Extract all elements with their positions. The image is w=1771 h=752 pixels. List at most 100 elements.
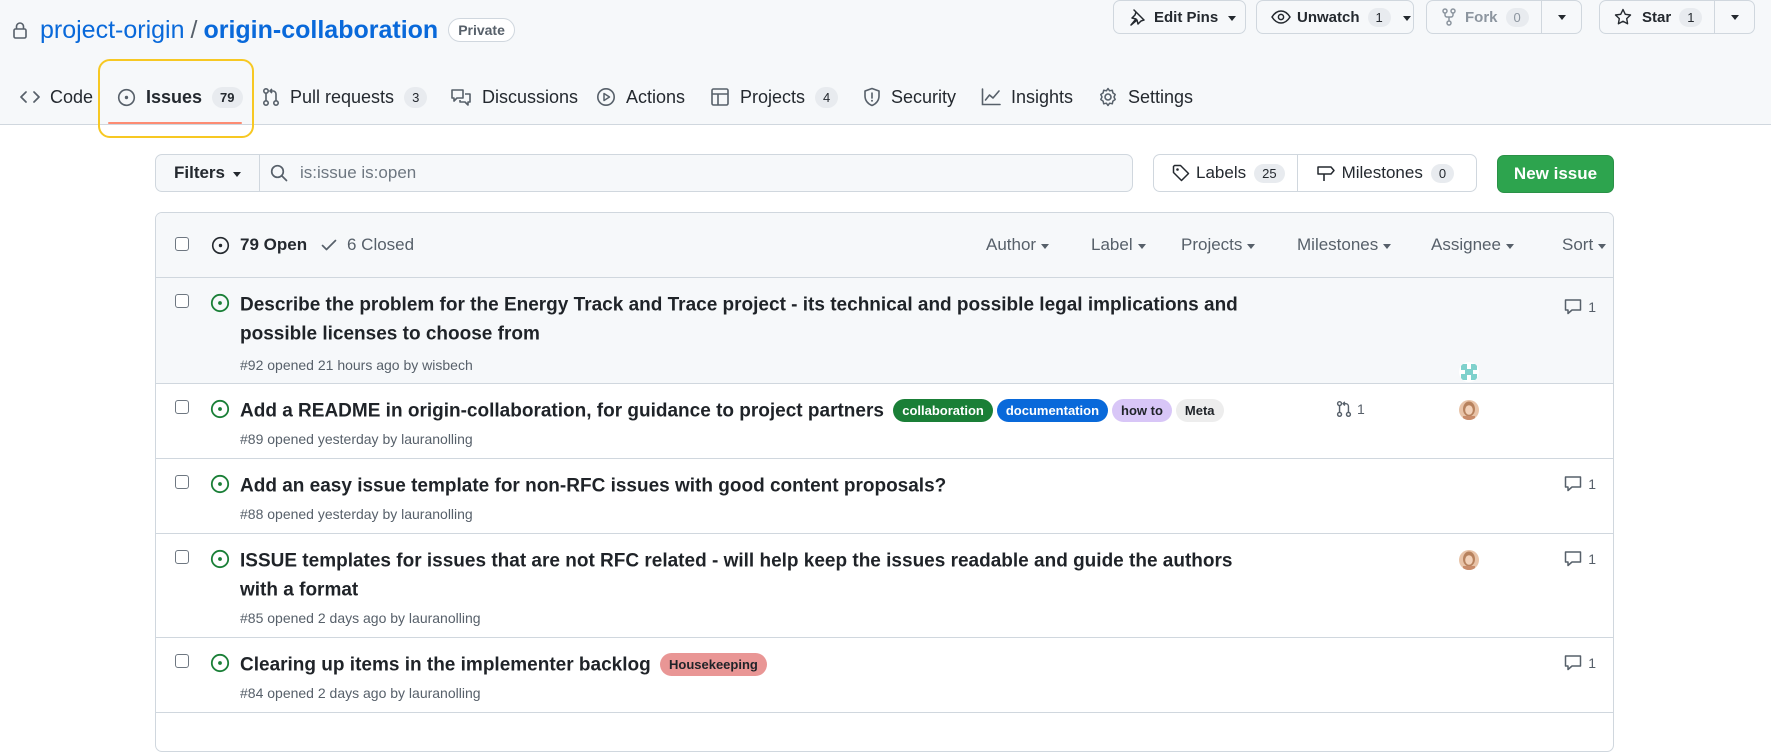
filter-label: Label xyxy=(1091,235,1133,254)
milestones-filter[interactable]: Milestones xyxy=(1297,235,1392,255)
issue-row[interactable]: Clearing up items in the implementer bac… xyxy=(156,638,1613,713)
issue-row[interactable]: Add a README in origin-collaboration, fo… xyxy=(156,384,1613,459)
comments-link[interactable]: 1 xyxy=(1564,298,1596,315)
closed-issues-toggle[interactable]: 6 Closed xyxy=(321,235,414,255)
issue-title: Clearing up items in the implementer bac… xyxy=(240,654,651,676)
path-separator: / xyxy=(190,15,198,44)
tab-actions[interactable]: Actions xyxy=(596,80,685,114)
chevron-down-icon xyxy=(1730,14,1739,20)
issue-title-link[interactable]: Add a README in origin-collaboration, fo… xyxy=(240,396,1340,425)
star-dropdown[interactable] xyxy=(1714,1,1754,33)
issue-checkbox[interactable] xyxy=(175,550,189,564)
issue-title: Add a README in origin-collaboration, fo… xyxy=(240,400,884,422)
author-filter[interactable]: Author xyxy=(986,235,1050,255)
tab-label: Code xyxy=(50,86,94,107)
filters-button[interactable]: Filters xyxy=(156,155,260,191)
issues-list: 79 Open 6 Closed Author Label Projects M… xyxy=(155,212,1614,752)
labels-count: 25 xyxy=(1254,163,1285,183)
visibility-badge: Private xyxy=(448,18,515,42)
tab-label: Actions xyxy=(626,86,686,107)
label-housekeeping[interactable]: Housekeeping xyxy=(659,653,767,677)
issue-row[interactable]: Describe the problem for the Energy Trac… xyxy=(156,278,1613,384)
label-filter[interactable]: Label xyxy=(1091,235,1146,255)
labels-milestones-group: Labels 25 Milestones 0 xyxy=(1153,154,1477,192)
comment-discussion-icon xyxy=(450,88,482,106)
comments-link[interactable]: 1 xyxy=(1564,550,1596,567)
edit-pins-button[interactable]: Edit Pins xyxy=(1113,0,1246,34)
assignee-filter[interactable]: Assignee xyxy=(1431,235,1514,255)
repo-header: project-origin / origin-collaboration Pr… xyxy=(0,0,1771,125)
issue-opened-icon xyxy=(210,293,230,313)
select-all-checkbox[interactable] xyxy=(175,237,189,251)
issue-title-link[interactable]: ISSUE templates for issues that are not … xyxy=(240,546,1250,605)
tab-label: Settings xyxy=(1128,86,1194,107)
milestones-count: 0 xyxy=(1430,163,1455,183)
open-count-label: 79 Open xyxy=(240,235,308,254)
star-count: 1 xyxy=(1679,7,1703,27)
label-how-to[interactable]: how to xyxy=(1112,399,1172,423)
annotation-highlight xyxy=(98,59,254,138)
linked-pr-count: 1 xyxy=(1357,401,1365,417)
issue-opened-icon xyxy=(210,399,230,419)
issue-checkbox[interactable] xyxy=(175,400,189,414)
unwatch-button[interactable]: Unwatch 1 xyxy=(1256,0,1414,34)
label-collaboration[interactable]: collaboration xyxy=(893,399,993,423)
issue-checkbox[interactable] xyxy=(175,294,189,308)
closed-count-label: 6 Closed xyxy=(347,235,415,254)
graph-icon xyxy=(981,88,1011,106)
tab-code[interactable]: Code xyxy=(20,80,93,114)
issue-title-link[interactable]: Clearing up items in the implementer bac… xyxy=(240,650,1250,679)
lock-icon xyxy=(12,21,28,39)
comment-icon xyxy=(1564,550,1588,567)
git-pull-request-icon xyxy=(1336,400,1357,418)
repo-owner-link[interactable]: project-origin xyxy=(40,16,185,45)
sort-filter[interactable]: Sort xyxy=(1562,235,1607,255)
comment-count: 1 xyxy=(1588,550,1596,567)
comments-link[interactable]: 1 xyxy=(1564,654,1596,671)
tab-label: Discussions xyxy=(482,86,579,107)
fork-button[interactable]: Fork 0 xyxy=(1426,0,1582,34)
issue-checkbox[interactable] xyxy=(175,475,189,489)
assignee-avatar[interactable] xyxy=(1459,550,1479,570)
issue-checkbox[interactable] xyxy=(175,654,189,668)
chevron-down-icon xyxy=(1228,15,1237,21)
comment-count: 1 xyxy=(1588,654,1596,671)
label-meta[interactable]: Meta xyxy=(1175,399,1224,423)
comments-link[interactable]: 1 xyxy=(1564,475,1596,492)
tab-pull-requests[interactable]: Pull requests 3 xyxy=(262,80,428,114)
gear-icon xyxy=(1098,87,1128,107)
labels-button[interactable]: Labels 25 xyxy=(1154,155,1298,191)
repo-name-link[interactable]: origin-collaboration xyxy=(203,16,438,45)
issue-row[interactable]: Add an easy issue template for non-RFC i… xyxy=(156,459,1613,534)
play-icon xyxy=(596,87,626,107)
assignee-avatar[interactable] xyxy=(1459,362,1479,382)
git-pull-request-icon xyxy=(262,87,290,107)
open-issues-toggle[interactable]: 79 Open xyxy=(211,235,307,255)
issue-title-link[interactable]: Describe the problem for the Energy Trac… xyxy=(240,290,1250,349)
issue-row[interactable]: ISSUE templates for issues that are not … xyxy=(156,534,1613,638)
linked-pr-link[interactable]: 1 xyxy=(1336,400,1365,418)
chevron-down-icon xyxy=(1402,15,1411,21)
issue-title: ISSUE templates for issues that are not … xyxy=(240,550,1233,601)
tab-insights[interactable]: Insights xyxy=(981,80,1073,114)
filter-label: Assignee xyxy=(1431,235,1501,254)
fork-dropdown[interactable] xyxy=(1541,1,1581,33)
fork-label: Fork xyxy=(1465,8,1498,26)
projects-filter[interactable]: Projects xyxy=(1181,235,1256,255)
issue-title: Add an easy issue template for non-RFC i… xyxy=(240,475,947,497)
milestones-button[interactable]: Milestones 0 xyxy=(1298,155,1467,191)
issue-opened-icon xyxy=(210,474,230,494)
tab-projects[interactable]: Projects 4 xyxy=(710,80,839,114)
chevron-down-icon xyxy=(1383,243,1392,249)
issue-title-link[interactable]: Add an easy issue template for non-RFC i… xyxy=(240,471,1250,500)
label-documentation[interactable]: documentation xyxy=(996,399,1109,423)
pin-icon xyxy=(1128,8,1146,26)
tab-count: 3 xyxy=(404,86,428,108)
tab-discussions[interactable]: Discussions xyxy=(450,80,578,114)
tab-security[interactable]: Security xyxy=(863,80,956,114)
star-button[interactable]: Star 1 xyxy=(1599,0,1755,34)
search-input[interactable]: is:issue is:open xyxy=(260,155,1132,191)
assignee-avatar[interactable] xyxy=(1459,400,1479,420)
new-issue-button[interactable]: New issue xyxy=(1497,155,1614,193)
tab-settings[interactable]: Settings xyxy=(1098,80,1193,114)
